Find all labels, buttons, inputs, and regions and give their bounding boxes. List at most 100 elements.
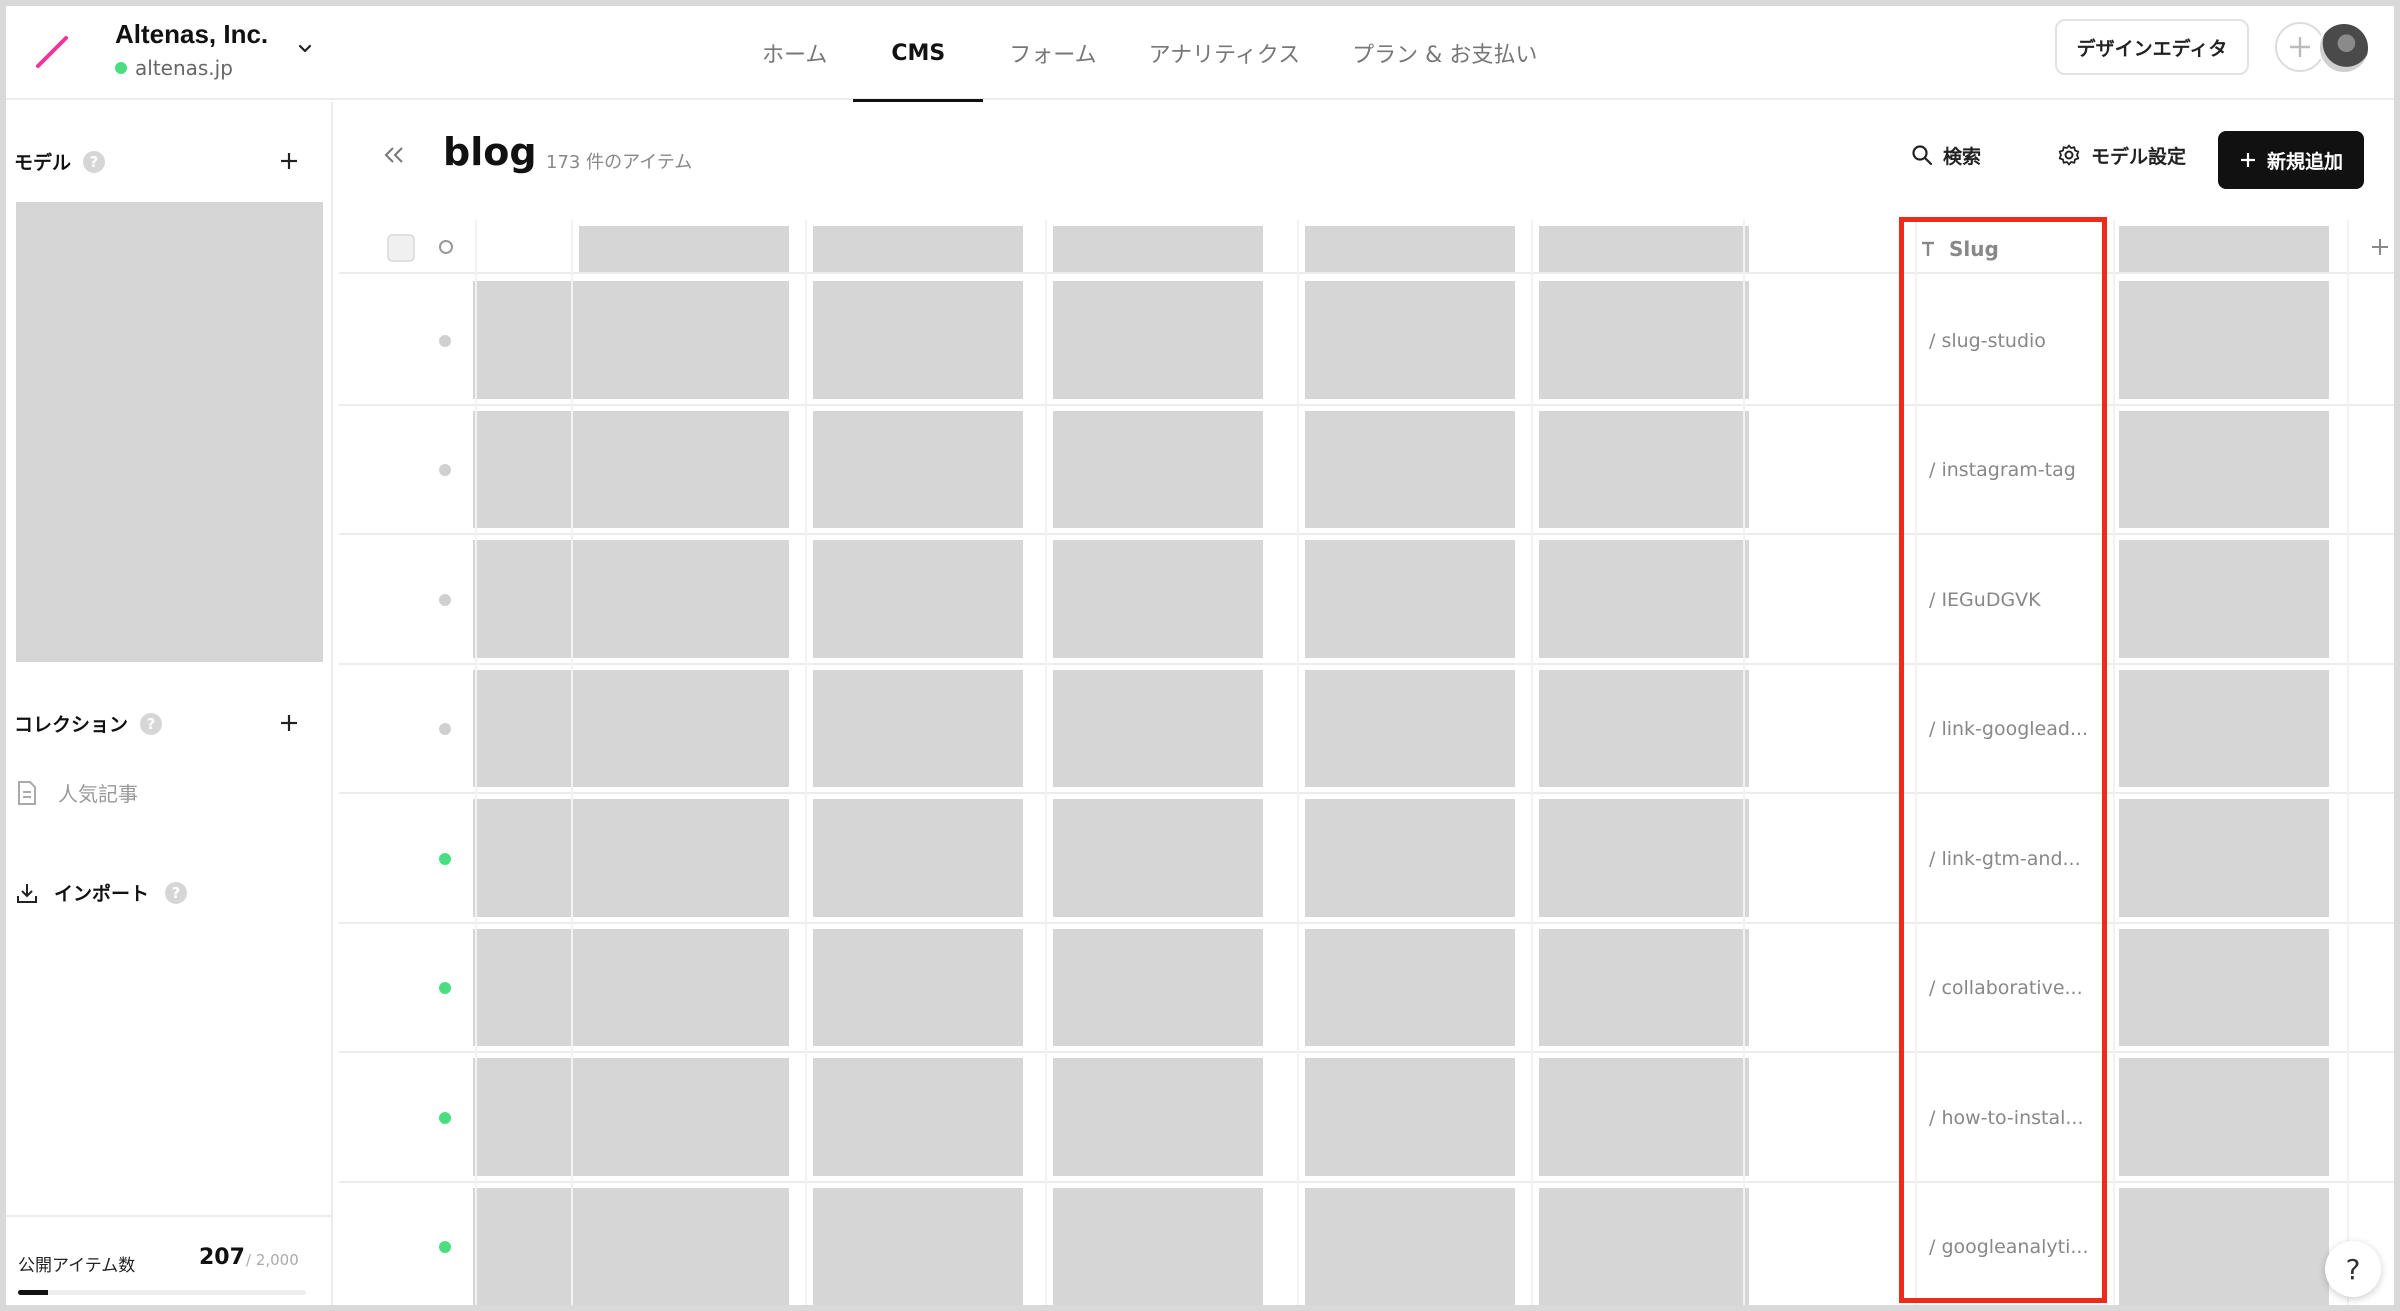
table-cell[interactable] <box>1539 281 1749 399</box>
table-cell[interactable] <box>579 281 789 399</box>
table-cell[interactable] <box>1053 799 1263 917</box>
table-cell[interactable] <box>813 1058 1023 1176</box>
table-cell[interactable] <box>1053 1058 1263 1176</box>
collapse-sidebar-icon[interactable] <box>381 142 407 168</box>
table-row[interactable]: / link-gtm-and... <box>339 794 2394 924</box>
model-settings-button[interactable]: モデル設定 <box>2057 138 2186 172</box>
table-cell[interactable] <box>1305 1058 1515 1176</box>
column-header[interactable] <box>1053 226 1263 272</box>
column-header[interactable] <box>2119 226 2329 272</box>
table-cell[interactable] <box>1539 540 1749 658</box>
table-cell[interactable] <box>2119 410 2329 528</box>
table-cell[interactable] <box>1305 799 1515 917</box>
table-row[interactable]: / collaborative... <box>339 924 2394 1054</box>
slug-cell[interactable]: / how-to-instal... <box>1929 1053 2109 1183</box>
table-cell[interactable] <box>1053 1187 1263 1305</box>
table-cell[interactable] <box>813 410 1023 528</box>
search-button[interactable]: 検索 <box>1911 138 1981 172</box>
table-cell[interactable] <box>813 1187 1023 1305</box>
add-column-icon[interactable] <box>2369 236 2391 258</box>
slug-cell[interactable]: / googleanalyti... <box>1929 1183 2109 1306</box>
avatar[interactable] <box>2318 22 2370 74</box>
tab-plan-billing[interactable]: プラン & お支払い <box>1326 6 1563 100</box>
table-cell[interactable] <box>2119 799 2329 917</box>
table-cell[interactable] <box>813 669 1023 787</box>
collection-item[interactable]: 人気記事 <box>16 778 138 807</box>
table-cell[interactable] <box>579 799 789 917</box>
table-cell[interactable] <box>579 1058 789 1176</box>
table-cell[interactable] <box>1539 410 1749 528</box>
slug-cell[interactable]: / instagram-tag <box>1929 406 2109 536</box>
slug-cell[interactable]: / link-googlead... <box>1929 665 2109 795</box>
table-cell[interactable] <box>1305 540 1515 658</box>
table-cell[interactable] <box>1539 1058 1749 1176</box>
column-header[interactable] <box>1539 226 1749 272</box>
slug-cell[interactable]: / link-gtm-and... <box>1929 794 2109 924</box>
add-new-button[interactable]: 新規追加 <box>2218 131 2364 189</box>
table-cell[interactable] <box>1053 410 1263 528</box>
column-header[interactable] <box>579 226 789 272</box>
table-cell[interactable] <box>579 410 789 528</box>
app-window: Altenas, Inc. altenas.jp ホーム CMS フォーム アナ… <box>6 6 2394 1305</box>
table-cell[interactable] <box>2119 1058 2329 1176</box>
help-icon[interactable]: ? <box>165 881 188 904</box>
add-collection-icon[interactable] <box>278 712 300 734</box>
table-cell[interactable] <box>579 928 789 1046</box>
publish-status-dot <box>439 852 451 865</box>
table-cell[interactable] <box>1539 928 1749 1046</box>
table-cell[interactable] <box>579 540 789 658</box>
column-divider <box>1915 220 1917 1305</box>
table-row[interactable]: / instagram-tag <box>339 406 2394 536</box>
table-row[interactable]: / how-to-instal... <box>339 1053 2394 1183</box>
table-cell[interactable] <box>813 799 1023 917</box>
table-row[interactable]: / googleanalyti... <box>339 1183 2394 1306</box>
table-cell[interactable] <box>1053 669 1263 787</box>
logo-icon[interactable] <box>32 34 72 70</box>
table-cell[interactable] <box>1305 1187 1515 1305</box>
table-cell[interactable] <box>2119 928 2329 1046</box>
org-domain-text: altenas.jp <box>135 56 233 80</box>
select-all-checkbox[interactable] <box>387 234 415 262</box>
table-cell[interactable] <box>813 540 1023 658</box>
column-header[interactable] <box>813 226 1023 272</box>
add-model-icon[interactable] <box>278 150 300 172</box>
table-cell[interactable] <box>1539 1187 1749 1305</box>
import-button[interactable]: インポート ? <box>16 879 188 906</box>
column-header[interactable] <box>1305 226 1515 272</box>
help-icon[interactable]: ? <box>140 712 163 735</box>
slug-column-header[interactable]: Slug <box>1919 226 1999 272</box>
table-cell[interactable] <box>1053 928 1263 1046</box>
table-cell[interactable] <box>579 1187 789 1305</box>
slug-cell[interactable]: / collaborative... <box>1929 924 2109 1054</box>
chevron-down-icon[interactable] <box>294 38 316 60</box>
slug-cell[interactable]: / IEGuDGVK <box>1929 535 2109 665</box>
table-cell[interactable] <box>1539 669 1749 787</box>
table-cell[interactable] <box>2119 1187 2329 1305</box>
table-cell[interactable] <box>1305 410 1515 528</box>
table-cell[interactable] <box>1053 281 1263 399</box>
tab-analytics[interactable]: アナリティクス <box>1123 6 1327 100</box>
table-cell[interactable] <box>579 669 789 787</box>
design-editor-button[interactable]: デザインエディタ <box>2055 19 2249 75</box>
table-cell[interactable] <box>1305 669 1515 787</box>
slug-cell[interactable]: / slug-studio <box>1929 276 2109 406</box>
table-cell[interactable] <box>1305 281 1515 399</box>
help-icon[interactable]: ? <box>83 150 106 173</box>
items-table: Slug / slug-studio / instagram-tag / IEGuD… <box>339 220 2394 1305</box>
help-button[interactable]: ? <box>2325 1241 2381 1297</box>
tab-cms[interactable]: CMS <box>853 6 984 102</box>
table-cell[interactable] <box>813 928 1023 1046</box>
table-cell[interactable] <box>813 281 1023 399</box>
table-row[interactable]: / link-googlead... <box>339 665 2394 795</box>
table-row[interactable]: / slug-studio <box>339 276 2394 406</box>
table-cell[interactable] <box>1053 540 1263 658</box>
tab-home[interactable]: ホーム <box>736 6 853 100</box>
table-cell[interactable] <box>2119 281 2329 399</box>
table-cell[interactable] <box>1305 928 1515 1046</box>
table-cell[interactable] <box>1539 799 1749 917</box>
table-cell[interactable] <box>2119 669 2329 787</box>
table-cell[interactable] <box>2119 540 2329 658</box>
tab-forms[interactable]: フォーム <box>983 6 1122 100</box>
table-row[interactable]: / IEGuDGVK <box>339 535 2394 665</box>
org-name[interactable]: Altenas, Inc. <box>115 19 268 50</box>
